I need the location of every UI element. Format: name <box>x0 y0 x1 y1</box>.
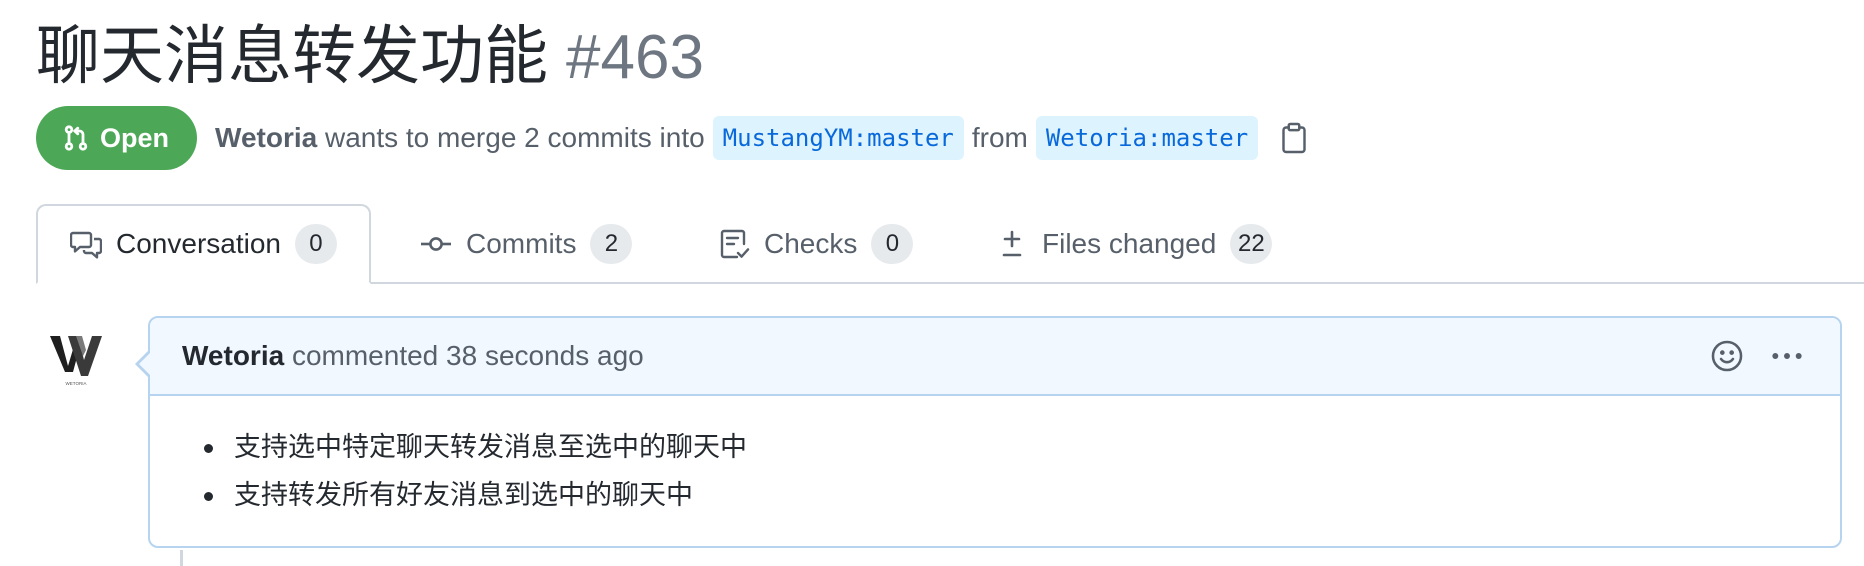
pr-author-link[interactable]: Wetoria <box>215 122 317 154</box>
comment-box: Wetoria commented 38 seconds ago 支持选中特定聊… <box>135 316 1842 548</box>
pr-number: #463 <box>566 22 704 92</box>
file-diff-icon <box>1002 230 1022 257</box>
pr-title-row: 聊天消息转发功能 #463 <box>36 12 704 102</box>
tab-commits-label: Commits <box>466 228 577 259</box>
pr-merge-summary: Wetoria wants to merge 2 commits into Mu… <box>215 116 1308 160</box>
comment-list: 支持选中特定聊天转发消息至选中的聊天中 支持转发所有好友消息到选中的聊天中 <box>204 424 1840 520</box>
list-item: 支持转发所有好友消息到选中的聊天中 <box>204 472 1840 520</box>
pr-title: 聊天消息转发功能 <box>36 20 548 94</box>
tab-checks[interactable]: Checks 0 <box>718 204 914 284</box>
tab-commits[interactable]: Commits 2 <box>420 204 633 284</box>
checklist-icon <box>720 229 750 259</box>
tab-checks-label: Checks <box>764 228 858 259</box>
smiley-icon[interactable] <box>1710 339 1744 373</box>
base-branch[interactable]: MustangYM:master <box>712 116 964 160</box>
comment-author[interactable]: Wetoria <box>182 340 284 372</box>
tab-files-changed-label: Files changed <box>1042 228 1217 259</box>
head-branch[interactable]: Wetoria:master <box>1035 116 1259 160</box>
copy-icon[interactable] <box>1280 122 1308 154</box>
pr-meta-row: Open Wetoria wants to merge 2 commits in… <box>36 106 1308 170</box>
merge-description: wants to merge 2 commits into <box>324 122 705 153</box>
comment-actions <box>1710 318 1804 394</box>
from-label: from <box>971 122 1028 153</box>
avatar-logo: WETORIA <box>50 336 102 386</box>
avatar-caption: WETORIA <box>66 381 87 386</box>
tab-conversation[interactable]: Conversation 0 <box>36 204 371 284</box>
timeline-line <box>180 550 183 566</box>
tab-checks-count: 0 <box>871 224 914 264</box>
list-item: 支持选中特定聊天转发消息至选中的聊天中 <box>204 424 1840 472</box>
git-commit-icon <box>421 237 451 251</box>
comment-discussion-icon <box>70 231 102 259</box>
comment-header: Wetoria commented 38 seconds ago <box>150 318 1840 396</box>
pr-state-badge: Open <box>36 106 198 170</box>
tab-files-changed-count: 22 <box>1230 224 1273 264</box>
tab-files-changed[interactable]: Files changed 22 <box>996 204 1273 284</box>
kebab-horizontal-icon[interactable] <box>1770 339 1804 373</box>
comment-action: commented <box>291 340 439 371</box>
comment-timestamp[interactable]: 38 seconds ago <box>446 340 644 372</box>
git-pull-request-icon <box>64 125 88 151</box>
comment-body: 支持选中特定聊天转发消息至选中的聊天中 支持转发所有好友消息到选中的聊天中 <box>150 396 1840 520</box>
tab-conversation-count: 0 <box>294 224 337 264</box>
tab-commits-count: 2 <box>590 224 633 264</box>
pr-tabs: Conversation 0 Commits 2 Checks 0 Files … <box>0 204 1864 284</box>
avatar[interactable]: WETORIA <box>48 332 104 388</box>
tab-conversation-label: Conversation <box>116 228 281 259</box>
pr-state-label: Open <box>100 122 170 153</box>
